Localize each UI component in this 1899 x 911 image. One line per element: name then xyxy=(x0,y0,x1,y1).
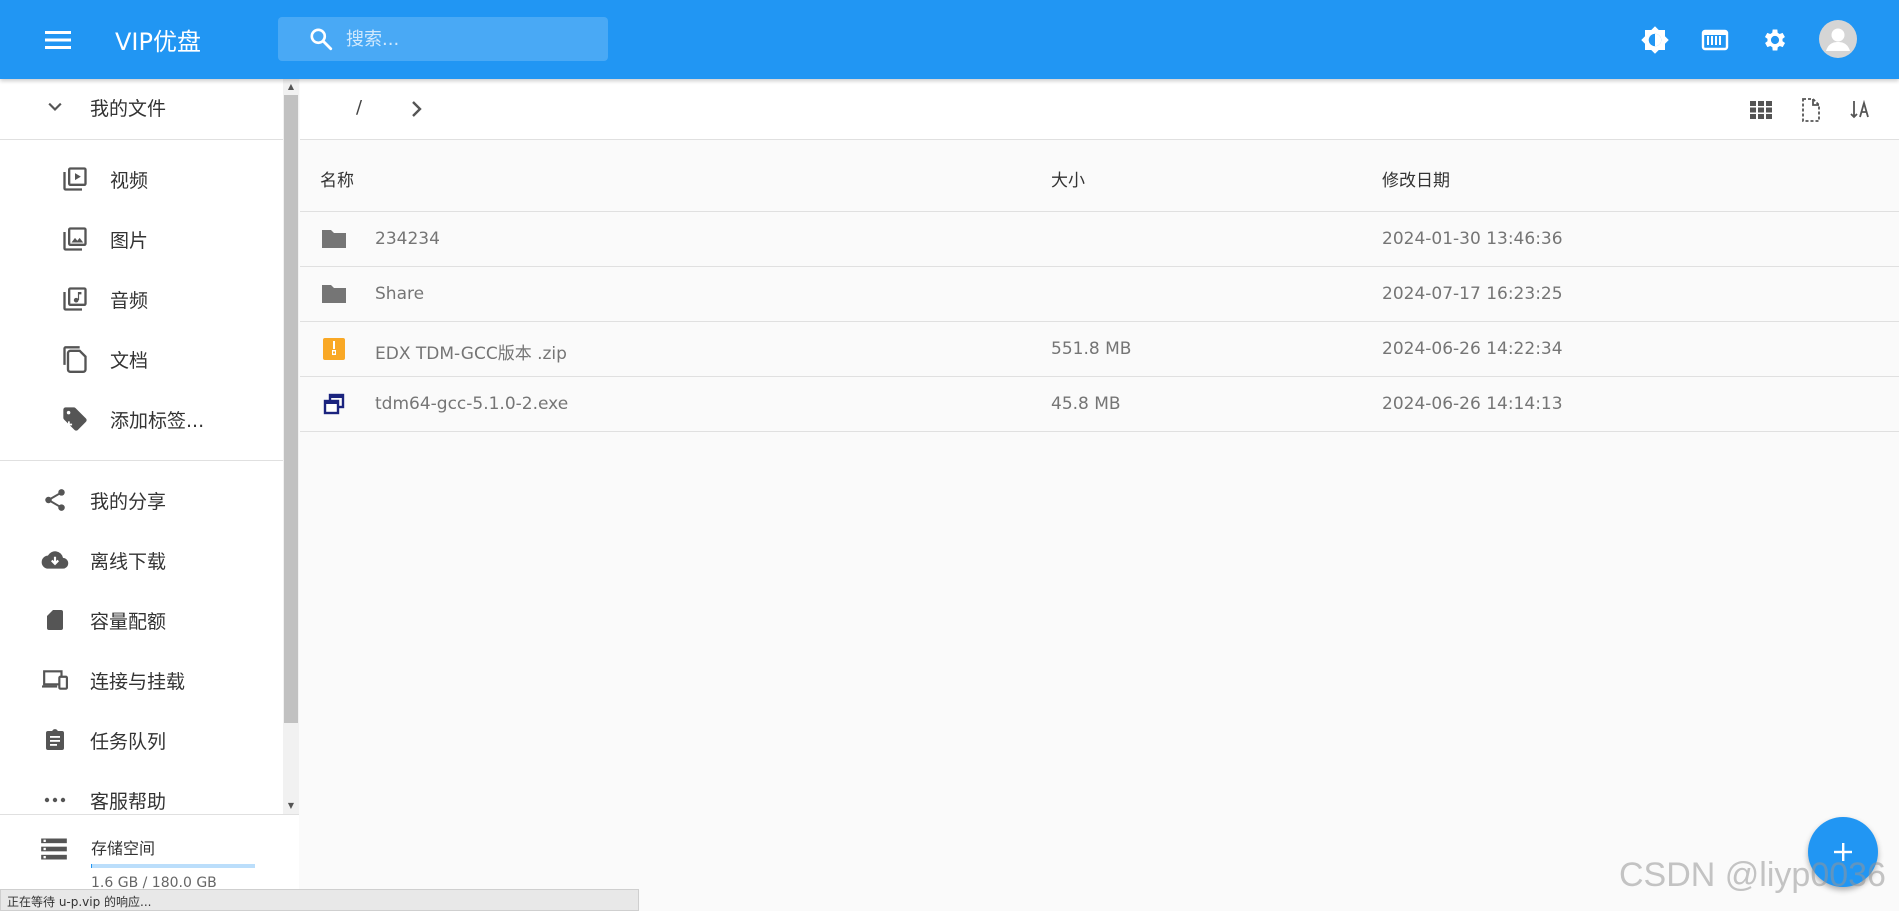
app-title: VIP优盘 xyxy=(115,28,201,56)
file-name: EDX TDM-GCC版本 .zip xyxy=(375,344,567,364)
scrollbar-thumb[interactable] xyxy=(284,95,298,723)
sidebar-item-docs[interactable]: 文档 xyxy=(0,331,283,387)
theme-icon xyxy=(1641,26,1669,54)
search-icon xyxy=(308,25,336,53)
chevron-right-icon[interactable] xyxy=(404,97,428,121)
sidebar-item-task-queue[interactable]: 任务队列 xyxy=(0,712,283,768)
storage-progress-bar xyxy=(91,864,255,868)
file-date: 2024-06-26 14:22:34 xyxy=(1382,339,1563,359)
sidebar-item-label: 音频 xyxy=(110,289,149,312)
sidebar-item-label: 我的分享 xyxy=(90,490,167,513)
exe-file-icon xyxy=(320,390,348,418)
search-box[interactable] xyxy=(278,17,608,61)
settings-icon xyxy=(1764,29,1786,51)
storage-label: 存储空间 xyxy=(91,839,156,858)
sidebar-item-audio[interactable]: 音频 xyxy=(0,271,283,327)
sidebar-item-label: 连接与挂载 xyxy=(90,670,186,693)
sidebar-item-video[interactable]: 视频 xyxy=(0,151,283,207)
scroll-up-icon[interactable]: ▲ xyxy=(286,82,296,92)
watermark: CSDN @liyp0036 xyxy=(1619,856,1886,894)
divider xyxy=(0,139,283,140)
file-name: tdm64-gcc-5.1.0-2.exe xyxy=(375,394,569,414)
sidebar-item-label: 文档 xyxy=(110,349,149,372)
sidebar-item-add-tag[interactable]: 添加标签... xyxy=(0,391,283,447)
grid-view-icon xyxy=(1750,101,1772,119)
sidebar-item-connect-mount[interactable]: 连接与挂载 xyxy=(0,652,283,708)
sidebar-item-offline-download[interactable]: 离线下载 xyxy=(0,532,283,588)
file-name: 234234 xyxy=(375,229,440,249)
menu-button[interactable] xyxy=(38,20,78,60)
file-size: 551.8 MB xyxy=(1051,339,1132,359)
page-size-icon xyxy=(1802,98,1820,122)
file-table: 名称 大小 修改日期 234234 2024-01-30 13:46:36 Sh… xyxy=(300,140,1899,432)
file-toolbar: / xyxy=(300,79,1899,140)
transfer-button[interactable] xyxy=(1695,20,1735,60)
sidebar-item-label: 任务队列 xyxy=(90,730,167,753)
sd-card-icon xyxy=(40,605,70,635)
table-row[interactable]: Share 2024-07-17 16:23:25 xyxy=(300,267,1899,322)
photo-library-icon xyxy=(60,224,90,254)
column-header-size[interactable]: 大小 xyxy=(1051,166,1085,191)
sidebar-item-label: 容量配额 xyxy=(90,610,167,633)
sidebar-item-image[interactable]: 图片 xyxy=(0,211,283,267)
sidebar-item-quota[interactable]: 容量配额 xyxy=(0,592,283,648)
column-header-date[interactable]: 修改日期 xyxy=(1382,166,1450,191)
folder-icon xyxy=(320,225,348,253)
file-date: 2024-06-26 14:14:13 xyxy=(1382,394,1563,414)
tag-plus-icon xyxy=(60,404,90,434)
sidebar-item-support[interactable]: 客服帮助 xyxy=(0,772,283,814)
sidebar-item-label: 视频 xyxy=(110,169,149,192)
file-size: 45.8 MB xyxy=(1051,394,1121,414)
column-header-name[interactable]: 名称 xyxy=(320,166,354,191)
browser-status-bar: 正在等待 u-p.vip 的响应... xyxy=(0,889,639,911)
table-row[interactable]: tdm64-gcc-5.1.0-2.exe 45.8 MB 2024-06-26… xyxy=(300,377,1899,432)
share-icon xyxy=(40,485,70,515)
app-bar: VIP优盘 xyxy=(0,0,1899,79)
folder-icon xyxy=(320,280,348,308)
cloud-download-icon xyxy=(40,545,70,575)
file-name: Share xyxy=(375,284,425,304)
breadcrumb-root[interactable]: / xyxy=(356,97,362,118)
menu-icon xyxy=(45,31,71,49)
avatar-icon xyxy=(1826,28,1850,51)
file-date: 2024-01-30 13:46:36 xyxy=(1382,229,1563,249)
table-row[interactable]: 234234 2024-01-30 13:46:36 xyxy=(300,212,1899,267)
sidebar-item-label: 离线下载 xyxy=(90,550,167,573)
grid-view-button[interactable] xyxy=(1747,96,1775,124)
sidebar-item-my-share[interactable]: 我的分享 xyxy=(0,472,283,528)
sidebar-item-label: 图片 xyxy=(110,229,149,252)
chevron-down-icon xyxy=(40,92,70,122)
devices-icon xyxy=(40,665,70,695)
sidebar: 我的文件 视频 图片 音频 文档 添加标签... 我的分享 离线下载 容量配额 … xyxy=(0,79,299,911)
search-input[interactable] xyxy=(346,24,586,54)
storage-progress-fill xyxy=(91,864,93,868)
file-copy-icon xyxy=(60,344,90,374)
zip-file-icon xyxy=(320,335,348,363)
settings-button[interactable] xyxy=(1755,20,1795,60)
music-library-icon xyxy=(60,284,90,314)
sort-icon xyxy=(1850,99,1869,119)
video-library-icon xyxy=(60,164,90,194)
storage-icon xyxy=(40,837,68,865)
table-header: 名称 大小 修改日期 xyxy=(300,140,1899,212)
file-date: 2024-07-17 16:23:25 xyxy=(1382,284,1563,304)
sort-button[interactable] xyxy=(1847,96,1875,124)
more-icon xyxy=(40,785,70,814)
avatar[interactable] xyxy=(1819,20,1857,58)
transfer-icon xyxy=(1701,29,1729,51)
sidebar-item-label: 添加标签... xyxy=(110,409,205,432)
page-size-button[interactable] xyxy=(1797,96,1825,124)
sidebar-item-label: 客服帮助 xyxy=(90,790,167,813)
sidebar-nav: 我的文件 视频 图片 音频 文档 添加标签... 我的分享 离线下载 容量配额 … xyxy=(0,79,283,814)
sidebar-scrollbar[interactable]: ▲ ▼ xyxy=(283,79,299,814)
sidebar-item-label: 我的文件 xyxy=(90,97,167,120)
clipboard-icon xyxy=(40,725,70,755)
scroll-down-icon[interactable]: ▼ xyxy=(286,801,296,811)
theme-toggle-button[interactable] xyxy=(1635,20,1675,60)
divider xyxy=(0,460,283,461)
table-row[interactable]: EDX TDM-GCC版本 .zip 551.8 MB 2024-06-26 1… xyxy=(300,322,1899,377)
sidebar-item-my-files[interactable]: 我的文件 xyxy=(0,79,283,135)
